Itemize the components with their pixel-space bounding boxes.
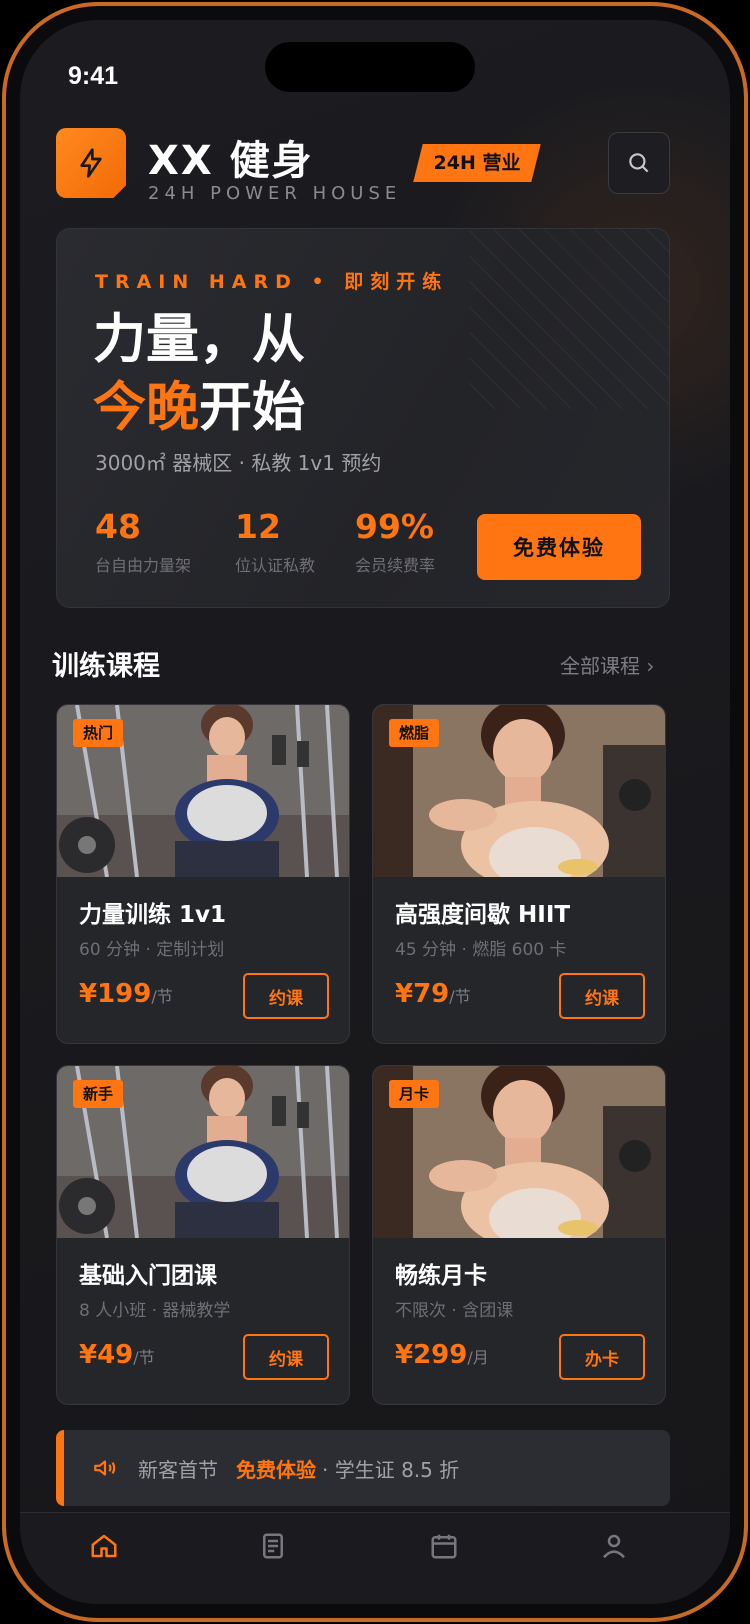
price-unit: /月	[467, 1348, 489, 1367]
course-card-monthly[interactable]: 月卡 畅练月卡 不限次 · 含团课 ¥299/月 办卡	[372, 1065, 666, 1405]
tab-profile[interactable]	[594, 1531, 634, 1571]
course-price: ¥199/节	[79, 979, 173, 1009]
user-icon	[603, 1534, 625, 1559]
tab-home[interactable]	[84, 1531, 124, 1571]
stat-racks: 48 台自由力量架	[95, 507, 191, 576]
megaphone-icon	[94, 1460, 116, 1476]
open-24h-badge: 24H 营业	[413, 144, 541, 182]
stat-value: 12	[235, 507, 281, 546]
course-meta: 8 人小班 · 器械教学	[79, 1301, 231, 1321]
hero-subtitle: 3000㎡ 器械区 · 私教 1v1 预约	[95, 451, 382, 475]
book-course-button[interactable]: 约课	[243, 1334, 329, 1380]
course-photo-gym: 月卡	[373, 1066, 665, 1238]
price-value: ¥49	[79, 1340, 134, 1370]
open-24h-badge-label: 24H 营业	[433, 152, 521, 174]
price-unit: /节	[133, 1348, 155, 1367]
list-icon	[263, 1533, 283, 1559]
hero-decor-lines	[469, 229, 669, 409]
price-value: ¥199	[79, 979, 152, 1009]
course-meta: 45 分钟 · 燃脂 600 卡	[395, 940, 567, 960]
brand-subtitle: 24H POWER HOUSE	[148, 183, 402, 204]
phone-frame: 9:41 XX 健身 24H POWER HOUSE 24H 营业 TRAIN …	[2, 2, 748, 1622]
all-courses-link[interactable]: 全部课程 ›	[560, 650, 654, 679]
dynamic-island	[265, 42, 475, 92]
status-time: 9:41	[68, 62, 119, 90]
course-meta: 不限次 · 含团课	[395, 1301, 514, 1321]
tab-schedule[interactable]	[424, 1531, 464, 1571]
stat-value: 99%	[355, 507, 434, 546]
course-title: 力量训练 1v1	[79, 902, 227, 928]
promo-highlight: 免费体验	[236, 1457, 316, 1482]
book-course-button[interactable]: 约课	[559, 973, 645, 1019]
get-card-button[interactable]: 办卡	[559, 1334, 645, 1380]
course-title: 基础入门团课	[79, 1263, 217, 1289]
hero-headline-rest: 开始	[199, 377, 305, 438]
price-unit: /节	[449, 987, 471, 1006]
calendar-icon	[431, 1534, 457, 1559]
stat-label: 会员续费率	[355, 556, 436, 575]
free-trial-button[interactable]: 免费体验	[477, 514, 641, 580]
hero-tagline: TRAIN HARD • 即刻开练	[95, 271, 449, 293]
course-photo-gym: 热门	[57, 705, 349, 877]
hero-banner: TRAIN HARD • 即刻开练 力量，从 今晚开始 3000㎡ 器械区 · …	[56, 228, 670, 608]
stat-renewal: 99% 会员续费率	[355, 507, 435, 576]
course-card-beginner[interactable]: 新手 基础入门团课 8 人小班 · 器械教学 ¥49/节 约课	[56, 1065, 350, 1405]
stat-label: 位认证私教	[235, 556, 316, 575]
bottom-tab-bar	[20, 1512, 730, 1604]
phone-bezel: 9:41 XX 健身 24H POWER HOUSE 24H 营业 TRAIN …	[6, 6, 744, 1618]
logo-bolt-icon	[56, 128, 126, 198]
tab-courses[interactable]	[253, 1531, 293, 1571]
course-price: ¥79/节	[395, 979, 471, 1009]
course-tag: 新手	[73, 1080, 124, 1108]
course-tag: 燃脂	[389, 719, 440, 747]
course-photo-gym: 燃脂	[373, 705, 665, 877]
course-card-hiit[interactable]: 燃脂 高强度间歇 HIIT 45 分钟 · 燃脂 600 卡 ¥79/节 约课	[372, 704, 666, 1044]
course-card-strength[interactable]: 热门 力量训练 1v1 60 分钟 · 定制计划 ¥199/节 约课	[56, 704, 350, 1044]
brand-name: XX 健身	[148, 138, 314, 184]
home-icon	[91, 1534, 117, 1558]
course-price: ¥49/节	[79, 1340, 155, 1370]
hero-headline-line2: 今晚开始	[93, 375, 305, 441]
course-title: 高强度间歇 HIIT	[395, 902, 571, 928]
price-unit: /节	[151, 987, 173, 1006]
price-value: ¥79	[395, 979, 450, 1009]
course-tag: 月卡	[389, 1080, 440, 1108]
promo-banner[interactable]: 新客首节 免费体验 · 学生证 8.5 折	[56, 1430, 670, 1506]
course-meta: 60 分钟 · 定制计划	[79, 940, 225, 960]
hero-headline-line1: 力量，从	[93, 309, 305, 370]
promo-text-discount: · 学生证 8.5 折	[322, 1457, 460, 1482]
stat-value: 48	[95, 507, 141, 546]
courses-section-title: 训练课程	[52, 651, 160, 682]
course-photo-gym: 新手	[57, 1066, 349, 1238]
promo-text-first: 新客首节	[138, 1457, 218, 1482]
hero-headline-highlight: 今晚	[93, 377, 199, 438]
search-button[interactable]	[608, 132, 670, 194]
course-tag: 热门	[73, 719, 124, 747]
book-course-button[interactable]: 约课	[243, 973, 329, 1019]
stat-label: 台自由力量架	[95, 556, 192, 575]
stat-trainers: 12 位认证私教	[235, 507, 315, 576]
price-value: ¥299	[395, 1340, 468, 1370]
app-screen: 9:41 XX 健身 24H POWER HOUSE 24H 营业 TRAIN …	[20, 20, 730, 1604]
search-icon	[629, 153, 649, 173]
course-title: 畅练月卡	[395, 1263, 487, 1289]
course-price: ¥299/月	[395, 1340, 489, 1370]
